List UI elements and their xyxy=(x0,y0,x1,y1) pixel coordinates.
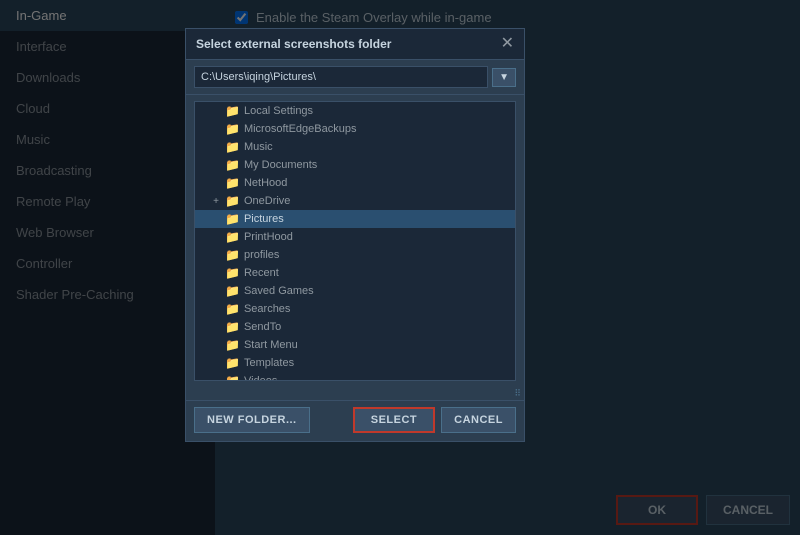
tree-item[interactable]: 📁 Templates xyxy=(195,354,515,372)
new-folder-button[interactable]: NEW FOLDER... xyxy=(194,407,310,433)
dialog-action-buttons: SELECT CANCEL xyxy=(353,407,516,433)
tree-item-label: MicrosoftEdgeBackups xyxy=(244,123,357,135)
tree-item[interactable]: 📁 SendTo xyxy=(195,318,515,336)
tree-item-label: Pictures xyxy=(244,213,284,225)
folder-icon: 📁 xyxy=(225,140,240,154)
tree-item[interactable]: 📁 Saved Games xyxy=(195,282,515,300)
dialog-titlebar: Select external screenshots folder ✕ xyxy=(186,29,524,60)
folder-select-dialog: Select external screenshots folder ✕ ▼ 📁… xyxy=(185,28,525,442)
tree-item-label: PrintHood xyxy=(244,231,293,243)
folder-icon: 📁 xyxy=(225,122,240,136)
tree-item-label: Saved Games xyxy=(244,285,314,297)
dialog-path-arrow-button[interactable]: ▼ xyxy=(492,68,516,87)
folder-icon: 📁 xyxy=(225,158,240,172)
folder-icon: 📁 xyxy=(225,194,240,208)
dialog-resize-handle: ⠿ xyxy=(186,387,524,400)
dialog-footer: NEW FOLDER... SELECT CANCEL xyxy=(186,400,524,441)
folder-icon: 📁 xyxy=(225,104,240,118)
dialog-cancel-button[interactable]: CANCEL xyxy=(441,407,516,433)
folder-icon: 📁 xyxy=(225,248,240,262)
folder-tree[interactable]: 📁 Local Settings 📁 MicrosoftEdgeBackups 📁 M… xyxy=(194,101,516,381)
tree-item-label: NetHood xyxy=(244,177,287,189)
tree-item-label: Searches xyxy=(244,303,290,315)
tree-item[interactable]: 📁 MicrosoftEdgeBackups xyxy=(195,120,515,138)
dialog-path-row: ▼ xyxy=(186,60,524,95)
tree-item[interactable]: 📁 Pictures xyxy=(195,210,515,228)
tree-item-label: Templates xyxy=(244,357,294,369)
tree-item[interactable]: 📁 Start Menu xyxy=(195,336,515,354)
tree-item-label: Recent xyxy=(244,267,279,279)
tree-item-label: Videos xyxy=(244,375,277,381)
dialog-title: Select external screenshots folder xyxy=(196,37,391,51)
dialog-close-button[interactable]: ✕ xyxy=(501,36,514,52)
tree-item[interactable]: 📁 Videos xyxy=(195,372,515,381)
tree-item[interactable]: 📁 Music xyxy=(195,138,515,156)
folder-icon: 📁 xyxy=(225,320,240,334)
folder-icon: 📁 xyxy=(225,302,240,316)
folder-icon: 📁 xyxy=(225,266,240,280)
dialog-path-input[interactable] xyxy=(194,66,488,88)
tree-item-label: Start Menu xyxy=(244,339,298,351)
folder-icon: 📁 xyxy=(225,338,240,352)
tree-item-label: profiles xyxy=(244,249,279,261)
tree-item-label: OneDrive xyxy=(244,195,290,207)
folder-icon: 📁 xyxy=(225,230,240,244)
tree-item[interactable]: + 📁 OneDrive xyxy=(195,192,515,210)
tree-item[interactable]: 📁 NetHood xyxy=(195,174,515,192)
tree-item-label: Music xyxy=(244,141,273,153)
tree-item[interactable]: 📁 Local Settings xyxy=(195,102,515,120)
select-button[interactable]: SELECT xyxy=(353,407,435,433)
tree-item[interactable]: 📁 PrintHood xyxy=(195,228,515,246)
folder-icon: 📁 xyxy=(225,284,240,298)
folder-icon: 📁 xyxy=(225,374,240,381)
folder-icon: 📁 xyxy=(225,356,240,370)
tree-item[interactable]: 📁 My Documents xyxy=(195,156,515,174)
tree-item-label: Local Settings xyxy=(244,105,313,117)
tree-item-label: SendTo xyxy=(244,321,281,333)
folder-icon: 📁 xyxy=(225,212,240,226)
tree-item[interactable]: 📁 Recent xyxy=(195,264,515,282)
expand-icon: + xyxy=(211,196,221,207)
tree-item[interactable]: 📁 profiles xyxy=(195,246,515,264)
folder-icon: 📁 xyxy=(225,176,240,190)
tree-item-label: My Documents xyxy=(244,159,317,171)
tree-item[interactable]: 📁 Searches xyxy=(195,300,515,318)
